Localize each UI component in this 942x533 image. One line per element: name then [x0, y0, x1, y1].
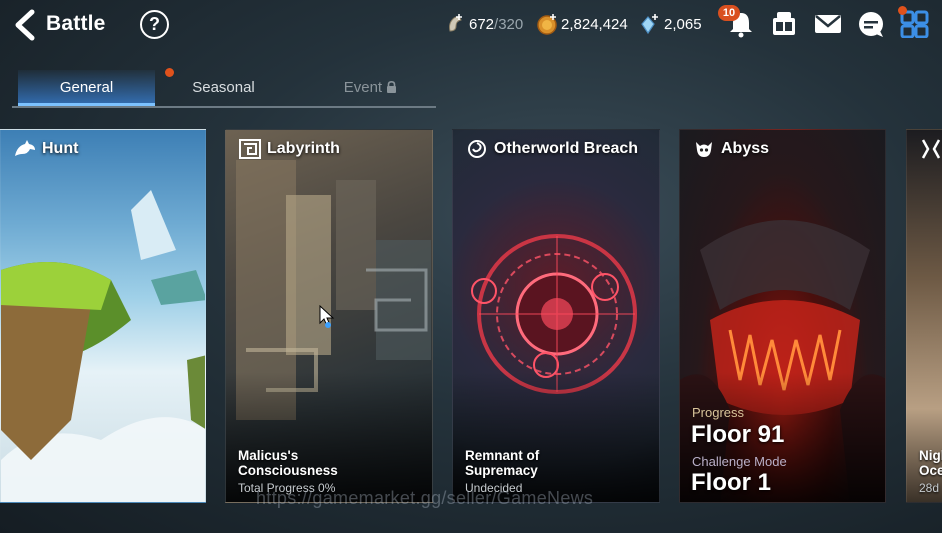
skystone-resource[interactable]: 2,065 — [639, 12, 702, 36]
portal-swirl-icon — [468, 140, 486, 158]
abyss-progress-label: Progress — [692, 405, 745, 420]
tab-general[interactable]: General — [18, 70, 155, 106]
card-partial-fifth[interactable]: Nigh Oce 28d — [906, 129, 942, 503]
gold-resource[interactable]: 2,824,424 — [536, 12, 628, 36]
card-breach-header: Otherworld Breach — [465, 138, 638, 160]
skystone-value: 2,065 — [664, 15, 702, 33]
stamina-value: 672 — [469, 15, 495, 33]
breach-subtitle-line2: Supremacy — [465, 463, 538, 478]
demon-skull-icon — [696, 142, 712, 157]
mail-icon[interactable] — [813, 10, 843, 38]
watermark-text: https://gamemarket.gg/seller/GameNews — [256, 488, 594, 508]
chat-icon[interactable] — [856, 10, 886, 38]
card-abyss-header: Abyss — [692, 138, 769, 160]
notification-count-badge: 10 — [718, 5, 740, 21]
labyrinth-subtitle-line1: Malicus's — [238, 448, 299, 463]
back-arrow-icon[interactable] — [10, 8, 40, 42]
abyss-challenge-floor: Floor 1 — [691, 469, 772, 496]
tab-event[interactable]: Event — [302, 70, 439, 106]
tab-event-label: Event — [343, 79, 383, 96]
stamina-icon — [449, 14, 462, 32]
seasonal-alert-dot — [165, 68, 174, 77]
partial-card-icon — [921, 139, 941, 159]
stamina-resource[interactable]: 672 /320 — [444, 12, 523, 36]
card-hunt[interactable]: Hunt — [0, 129, 206, 503]
fifth-note: 28d — [919, 481, 940, 495]
fifth-subtitle-line2: Oce — [919, 463, 942, 478]
stamina-max: /320 — [494, 15, 524, 33]
tab-bar: General Seasonal Event — [12, 68, 439, 108]
card-hunt-header: Hunt — [13, 138, 78, 160]
card-labyrinth-header: Labyrinth — [238, 138, 340, 160]
gold-value: 2,824,424 — [561, 15, 628, 33]
card-breach-title: Otherworld Breach — [494, 140, 639, 157]
card-abyss[interactable]: Abyss Progress Floor 91 Challenge Mode F… — [679, 129, 886, 503]
tab-underline — [12, 106, 436, 108]
tab-seasonal[interactable]: Seasonal — [155, 70, 292, 106]
card-hunt-title: Hunt — [42, 140, 79, 157]
mouse-cursor-icon — [319, 305, 335, 328]
gift-box-icon[interactable] — [769, 10, 799, 38]
breach-subtitle-line1: Remnant of — [465, 448, 540, 463]
menu-alert-dot — [898, 6, 907, 15]
dragon-icon — [15, 140, 35, 156]
page-title: Battle — [46, 12, 106, 35]
top-bar: Battle ? 672 /320 2,824,424 2,065 10 — [0, 0, 942, 52]
abyss-progress-floor: Floor 91 — [691, 421, 785, 448]
skystone-icon — [641, 14, 658, 35]
fifth-subtitle-line1: Nigh — [919, 448, 942, 463]
maze-icon — [239, 139, 261, 159]
card-abyss-title: Abyss — [721, 140, 770, 157]
card-labyrinth-title: Labyrinth — [267, 140, 340, 157]
card-otherworld-breach[interactable]: Otherworld Breach Remnant of Supremacy U… — [452, 129, 660, 503]
labyrinth-subtitle-line2: Consciousness — [238, 463, 338, 478]
lock-icon — [387, 80, 397, 93]
hunt-artwork — [1, 190, 205, 502]
help-button[interactable]: ? — [140, 10, 169, 39]
gold-coin-icon — [537, 14, 557, 35]
abyss-challenge-label: Challenge Mode — [692, 454, 787, 469]
